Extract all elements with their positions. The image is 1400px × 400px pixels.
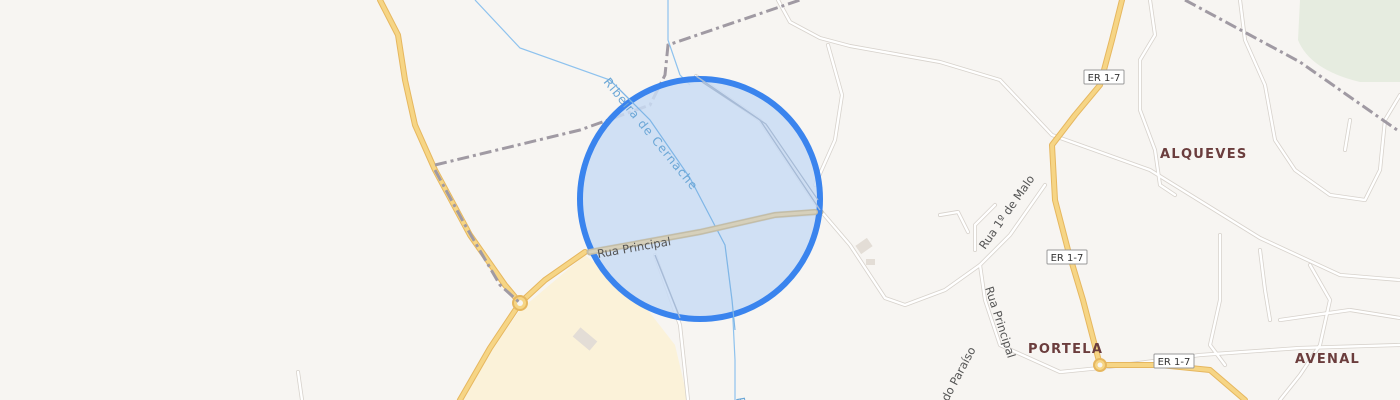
place-label-alqueves: ALQUEVES: [1160, 147, 1248, 162]
place-label-avenal: AVENAL: [1295, 352, 1360, 367]
road-shield-er-top: ER 1-7: [1083, 69, 1125, 85]
rua-principal-label-2: Rua Principal: [982, 285, 1018, 360]
rua-paraiso-label: do Paraíso: [938, 344, 978, 400]
roundabout-center: [1097, 362, 1103, 368]
building: [866, 259, 875, 265]
minor-roads: [296, 0, 1400, 400]
selection-circle[interactable]: [577, 76, 823, 322]
road-shield-er-mid: ER 1-7: [1046, 249, 1088, 265]
svg-text:ER 1-7: ER 1-7: [1051, 253, 1084, 264]
svg-text:ER 1-7: ER 1-7: [1158, 357, 1191, 368]
road-shield-er-bottom: ER 1-7: [1153, 353, 1195, 369]
building: [855, 237, 873, 255]
map-canvas[interactable]: Ribeira de Cernache Ri Rua Principal Rua…: [0, 0, 1400, 400]
place-label-portela: PORTELA: [1028, 342, 1103, 357]
map-view[interactable]: Ribeira de Cernache Ri Rua Principal Rua…: [0, 0, 1400, 400]
svg-text:ER 1-7: ER 1-7: [1088, 73, 1121, 84]
